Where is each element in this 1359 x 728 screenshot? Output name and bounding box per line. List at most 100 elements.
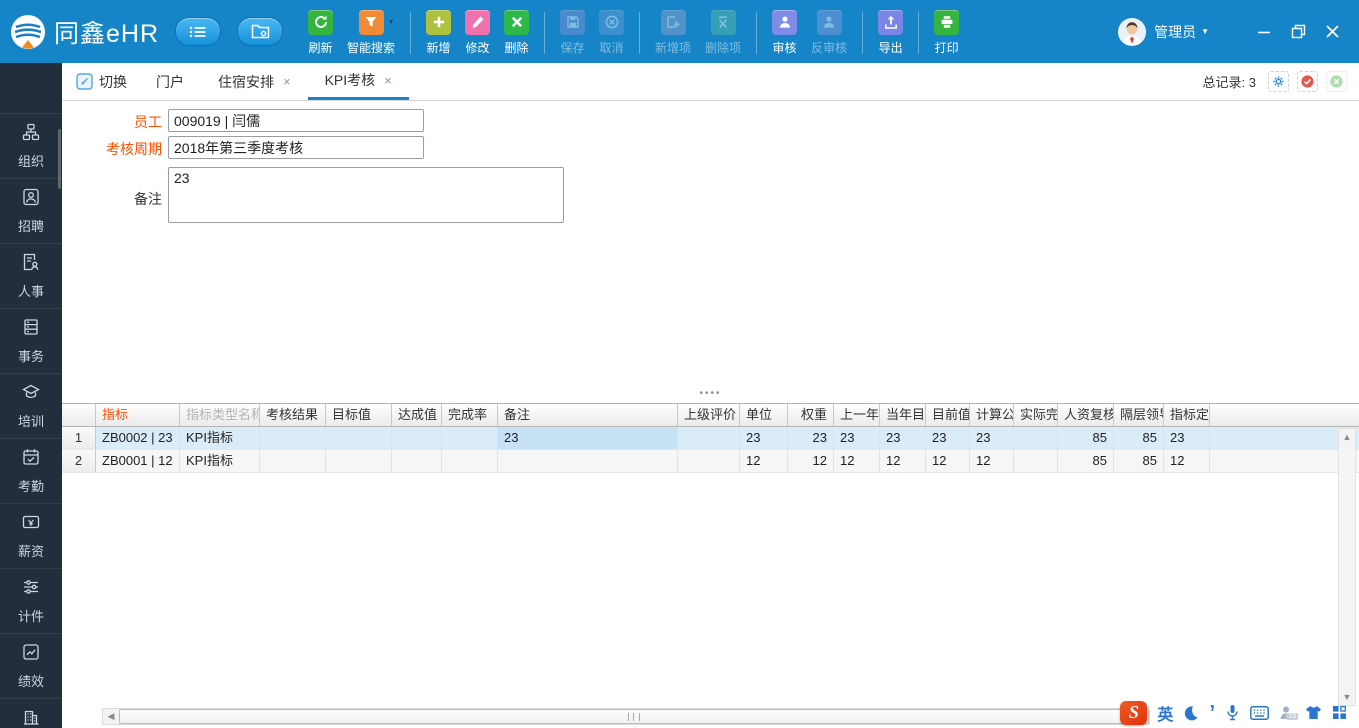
cell-weight[interactable]: 12 [788,450,834,472]
check-circle-icon[interactable] [1297,71,1318,92]
toolbar-button-export[interactable]: 导出 [878,9,904,56]
cell-completion[interactable] [442,450,498,472]
user-name[interactable]: 管理员 [1154,22,1196,42]
column-header-completion[interactable]: 完成率 [442,404,498,426]
sidebar-item-recruit[interactable]: 招聘 [0,178,62,243]
folder-settings-button[interactable] [237,17,284,46]
cell-unit[interactable]: 12 [740,450,788,472]
dropdown-caret-icon[interactable]: ▼ [388,19,395,26]
column-header-indicator-type[interactable]: 指标类型名称 [180,404,260,426]
cell-weight[interactable]: 23 [788,427,834,449]
toolbar-button-add[interactable]: 新增 [426,9,452,56]
column-header-unit[interactable]: 单位 [740,404,788,426]
panel-splitter[interactable]: •••• [62,389,1359,402]
cell-skip-level[interactable]: 85 [1114,450,1164,472]
tab-kpi[interactable]: KPI考核 × [307,63,409,100]
skin-shirt-icon[interactable] [1305,705,1322,720]
cell-unit[interactable]: 23 [740,427,788,449]
cell-achieved[interactable] [392,450,442,472]
cell-hr-review[interactable]: 85 [1058,450,1114,472]
cell-last-year[interactable]: 23 [834,427,880,449]
column-header-indicator[interactable]: 指标 [96,404,180,426]
cell-target[interactable] [326,427,392,449]
cell-indicator-type[interactable]: KPI指标 [180,427,260,449]
column-header-rownum[interactable] [62,404,96,426]
remark-textarea[interactable]: 23 [168,167,564,223]
user-menu-caret-icon[interactable]: ▼ [1201,27,1209,36]
column-header-formula[interactable]: 计算公式 [970,404,1014,426]
toolbar-button-smart-search[interactable]: ▼ 智能搜索 [347,9,395,56]
cell-supervisor-eval[interactable] [678,427,740,449]
cell-indicator-type[interactable]: KPI指标 [180,450,260,472]
cell-supervisor-eval[interactable] [678,450,740,472]
cell-indicator[interactable]: ZB0002 | 23 [96,427,180,449]
close-button[interactable] [1317,19,1347,45]
toolbar-button-print[interactable]: 打印 [934,9,960,56]
horizontal-scrollbar-thumb[interactable] [119,709,1149,724]
sidebar-item-piecework[interactable]: 计件 [0,568,62,633]
cell-achieved[interactable] [392,427,442,449]
column-header-weight[interactable]: 权重 [788,404,834,426]
sidebar-item-salary[interactable]: 薪资 [0,503,62,568]
minimize-button[interactable] [1249,19,1279,45]
cell-actual[interactable] [1014,427,1058,449]
cell-remark[interactable]: 23 [498,427,678,449]
tab-close-icon[interactable]: × [384,74,392,87]
tab-portal[interactable]: 门户 [139,63,201,100]
menu-list-button[interactable] [175,17,222,46]
cell-remark[interactable] [498,450,678,472]
scroll-left-icon[interactable]: ◀ [103,709,119,724]
cell-definition[interactable]: 12 [1164,450,1210,472]
restore-button[interactable] [1283,19,1313,45]
employee-input[interactable] [168,109,424,132]
toolbar-button-audit[interactable]: 审核 [772,9,798,56]
column-header-achieved[interactable]: 达成值 [392,404,442,426]
assessment-period-input[interactable] [168,136,424,159]
sidebar-scrollbar[interactable] [58,129,61,189]
cell-rownum[interactable]: 2 [62,450,96,472]
tab-accommodation[interactable]: 住宿安排 × [201,63,308,100]
table-row[interactable]: 2 ZB0001 | 12 KPI指标 12 12 12 12 12 12 85 85 12 [62,450,1359,473]
cell-current-value[interactable]: 12 [926,450,970,472]
column-header-result[interactable]: 考核结果 [260,404,326,426]
column-header-supervisor-eval[interactable]: 上级评价 [678,404,740,426]
column-header-hr-review[interactable]: 人资复核 [1058,404,1114,426]
sidebar-item-training[interactable]: 培训 [0,373,62,438]
column-header-remark[interactable]: 备注 [498,404,678,426]
keyboard-icon[interactable] [1250,705,1269,720]
ime-language-toggle[interactable]: 英 [1157,701,1173,725]
column-header-definition[interactable]: 指标定义 [1164,404,1210,426]
cell-current-year[interactable]: 23 [880,427,926,449]
user-dict-icon[interactable]: 13 [1279,705,1298,721]
user-avatar[interactable] [1118,17,1147,46]
horizontal-scrollbar[interactable]: ◀ [102,708,1150,725]
cell-skip-level[interactable]: 85 [1114,427,1164,449]
column-header-current-value[interactable]: 目前值... [926,404,970,426]
sidebar-item-performance[interactable]: 绩效 [0,633,62,698]
toolbar-button-delete[interactable]: 删除 [504,9,530,56]
cell-result[interactable] [260,427,326,449]
cell-hr-review[interactable]: 85 [1058,427,1114,449]
column-header-skip-level[interactable]: 隔层领导 [1114,404,1164,426]
toolbar-button-edit[interactable]: 修改 [465,9,491,56]
sidebar-item-dorm[interactable]: 宿舍 [0,698,62,728]
cell-result[interactable] [260,450,326,472]
sidebar-item-affairs[interactable]: 事务 [0,308,62,373]
column-header-last-year[interactable]: 上一年... [834,404,880,426]
cell-definition[interactable]: 23 [1164,427,1210,449]
cell-rownum[interactable]: 1 [62,427,96,449]
gear-icon[interactable] [1268,71,1289,92]
cell-current-value[interactable]: 23 [926,427,970,449]
tab-close-icon[interactable]: × [283,75,291,88]
tab-switcher-button[interactable]: 切换 [62,63,139,100]
cell-indicator[interactable]: ZB0001 | 12 [96,450,180,472]
scroll-up-icon[interactable]: ▲ [1339,429,1355,445]
punctuation-toggle[interactable]: ’ [1209,703,1215,723]
table-row[interactable]: 1 ZB0002 | 23 KPI指标 23 23 23 23 23 23 23 85 85 23 [62,427,1359,450]
cell-current-year[interactable]: 12 [880,450,926,472]
sidebar-item-org[interactable]: 组织 [0,113,62,178]
cell-last-year[interactable]: 12 [834,450,880,472]
toolbar-button-refresh[interactable]: 刷新 [308,9,334,56]
cell-actual[interactable] [1014,450,1058,472]
cell-formula[interactable]: 23 [970,427,1014,449]
